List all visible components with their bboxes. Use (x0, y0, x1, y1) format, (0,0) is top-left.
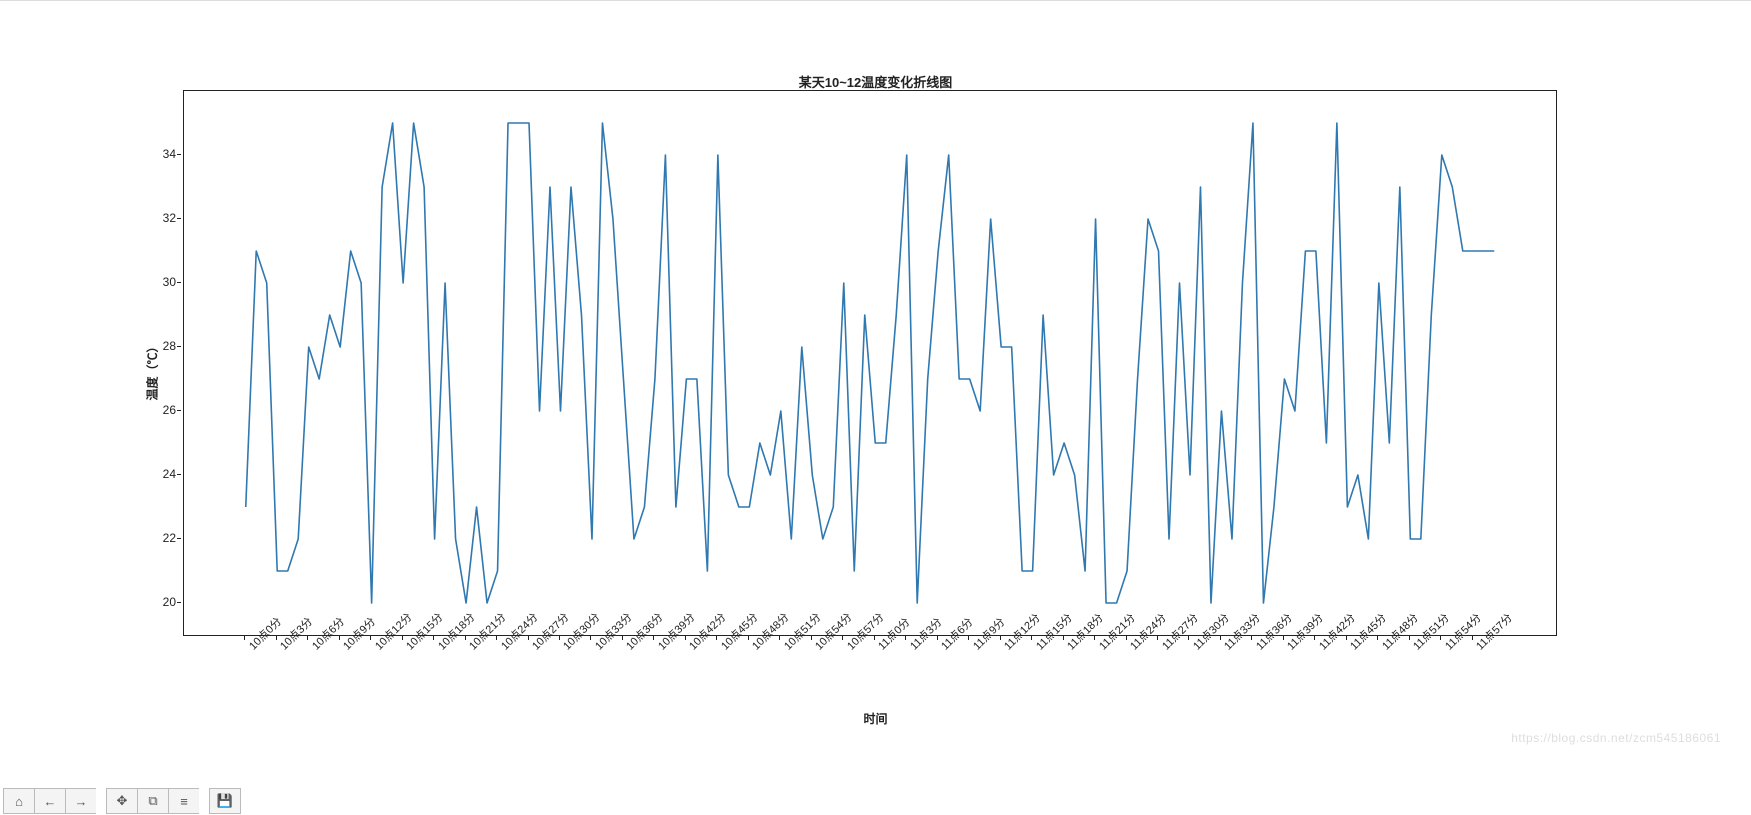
y-tick: 32 (16, 211, 176, 225)
toolbar-config-button[interactable]: ≡ (168, 788, 199, 814)
toolbar-home-button[interactable]: ⌂ (3, 788, 34, 814)
temperature-line (246, 123, 1495, 603)
x-axis-label: 时间 (0, 710, 1751, 727)
toolbar-separator (96, 788, 106, 812)
y-tick: 20 (16, 595, 176, 609)
toolbar-zoom-button[interactable]: ⧉ (137, 788, 168, 814)
y-tick: 30 (16, 275, 176, 289)
toolbar-forward-button[interactable]: → (65, 788, 96, 814)
toolbar-separator (199, 788, 209, 812)
figure-root: 某天10~12温度变化折线图 2022242628303234 10点0分10点… (0, 0, 1751, 815)
toolbar-save-button[interactable]: 💾 (209, 788, 241, 814)
y-tick: 26 (16, 403, 176, 417)
toolbar-back-button[interactable]: ← (34, 788, 65, 814)
plot-area (183, 90, 1557, 636)
line-chart-svg (184, 91, 1556, 635)
watermark-text: https://blog.csdn.net/zcm545186061 (1511, 731, 1721, 745)
y-tick: 34 (16, 147, 176, 161)
window-top-divider (0, 0, 1751, 11)
y-tick: 24 (16, 467, 176, 481)
toolbar-pan-button[interactable]: ✥ (106, 788, 137, 814)
x-axis-ticks: 10点0分10点3分10点6分10点9分10点12分10点15分10点18分10… (183, 636, 1555, 756)
chart-title: 某天10~12温度变化折线图 (0, 72, 1751, 91)
y-axis-label: 温度（℃） (144, 340, 161, 400)
matplotlib-toolbar: ⌂ ← → ✥ ⧉ ≡ 💾 (3, 788, 241, 812)
y-tick: 22 (16, 531, 176, 545)
